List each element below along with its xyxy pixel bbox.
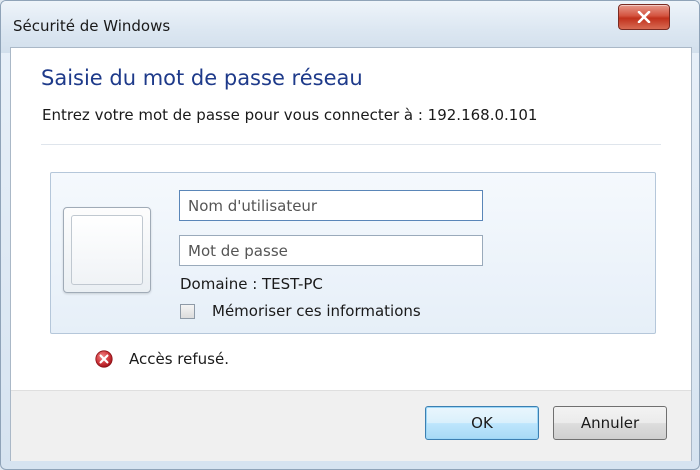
close-icon	[637, 11, 651, 23]
credential-panel: Domaine : TEST-PC Mémoriser ces informat…	[50, 172, 656, 334]
cancel-button[interactable]: Annuler	[553, 406, 667, 440]
button-bar: OK Annuler	[11, 390, 691, 461]
user-tile-frame	[71, 215, 143, 285]
window-title: Sécurité de Windows	[13, 17, 171, 35]
separator	[41, 144, 661, 145]
error-icon	[95, 350, 113, 368]
error-text: Accès refusé.	[129, 350, 229, 368]
remember-credentials[interactable]: Mémoriser ces informations	[180, 301, 421, 321]
error-message-row: Accès refusé.	[95, 348, 229, 370]
ok-button[interactable]: OK	[425, 406, 539, 440]
username-input[interactable]	[179, 190, 483, 221]
title-bar[interactable]: Sécurité de Windows	[1, 1, 699, 53]
dialog-content: Saisie du mot de passe réseau Entrez vot…	[10, 47, 692, 461]
dialog-subtext: Entrez votre mot de passe pour vous conn…	[42, 106, 538, 124]
security-dialog: Sécurité de Windows Saisie du mot de pas…	[0, 0, 700, 470]
remember-checkbox[interactable]	[180, 303, 195, 319]
domain-label: Domaine : TEST-PC	[180, 275, 323, 293]
dialog-heading: Saisie du mot de passe réseau	[41, 66, 363, 90]
password-input[interactable]	[179, 235, 483, 266]
remember-label: Mémoriser ces informations	[212, 302, 421, 320]
user-tile	[63, 207, 151, 293]
close-button[interactable]	[618, 4, 670, 30]
